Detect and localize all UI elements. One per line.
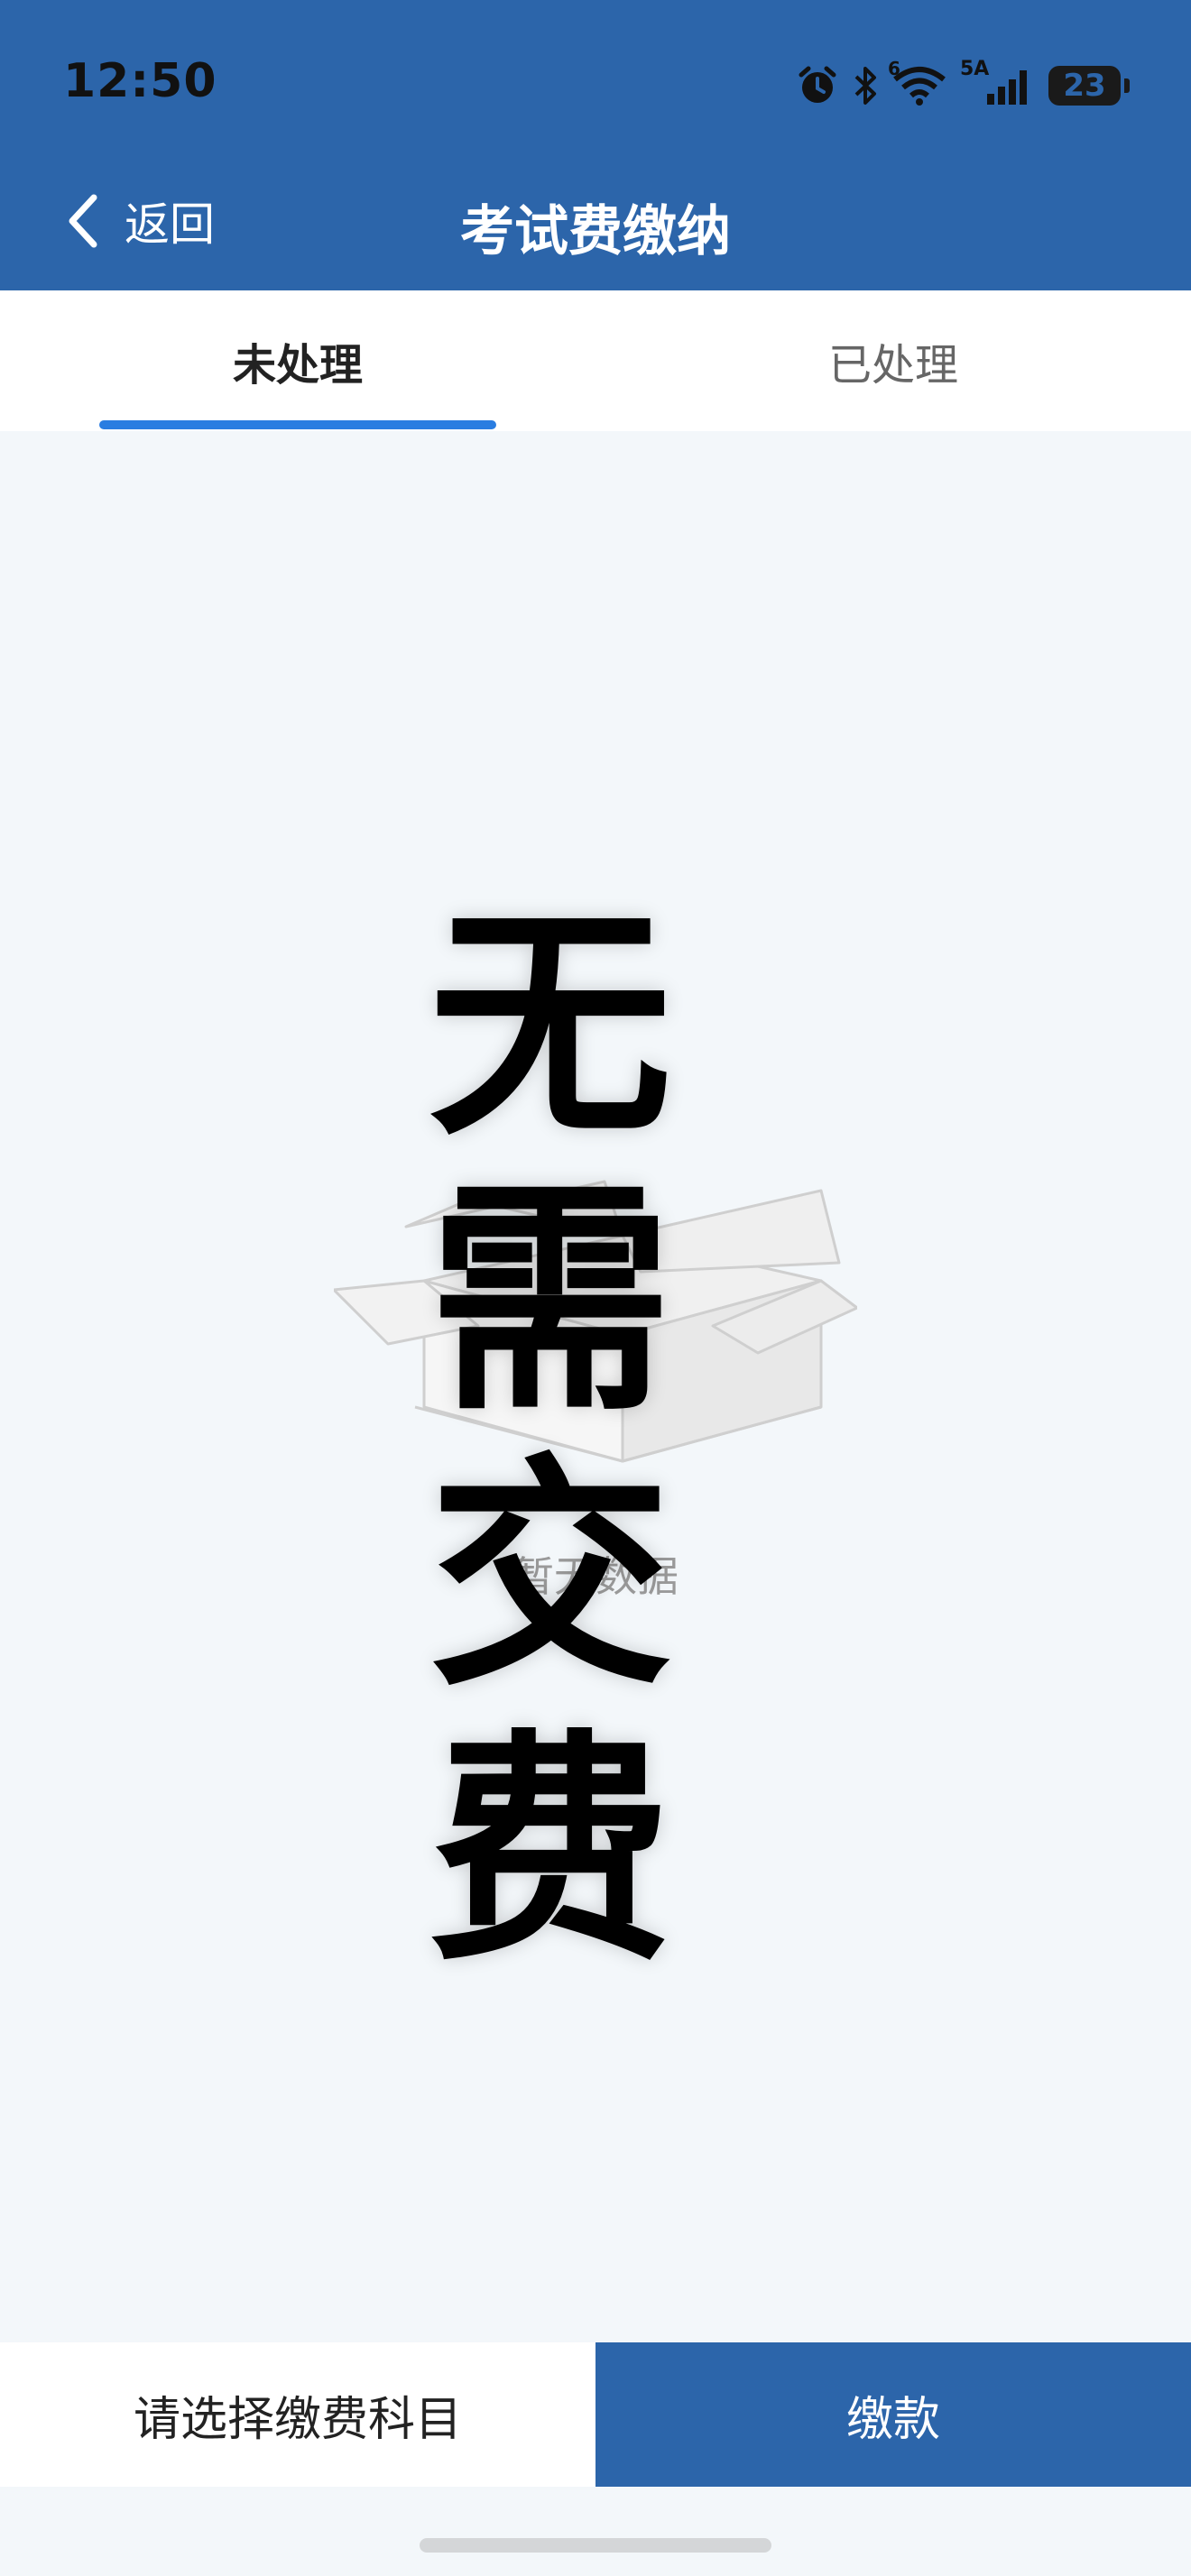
pay-button[interactable]: 缴款 [596,2342,1191,2487]
tab-processed[interactable]: 已处理 [596,290,1191,431]
battery-icon: 23 [1048,66,1130,106]
tab-unprocessed[interactable]: 未处理 [0,290,596,431]
status-icons: 6 5A 23 [796,58,1130,108]
home-indicator[interactable] [420,2538,771,2553]
watermark-char: 无 [429,884,672,1168]
watermark-char: 需 [429,1159,672,1443]
status-time: 12:50 [63,54,217,108]
active-tab-indicator [99,420,496,429]
watermark-char: 交 [429,1434,672,1718]
overlay-watermark: 无 需 交 费 [424,888,677,1989]
watermark-char: 费 [429,1709,672,1993]
battery-level: 23 [1063,68,1106,104]
app-header: 12:50 6 5A 23 返回 考试费缴纳 [0,0,1191,290]
wifi-badge: 6 [888,58,900,79]
cellular-signal-icon: 5A [960,58,1036,106]
bluetooth-icon [854,67,876,105]
wifi-icon: 6 [888,58,947,106]
select-subject-button[interactable]: 请选择缴费科目 [0,2342,596,2487]
alarm-icon [799,66,836,103]
bottom-action-bar: 请选择缴费科目 缴款 [0,2342,1191,2487]
page-title: 考试费缴纳 [460,200,731,263]
status-tabs: 未处理 已处理 [0,290,1191,431]
